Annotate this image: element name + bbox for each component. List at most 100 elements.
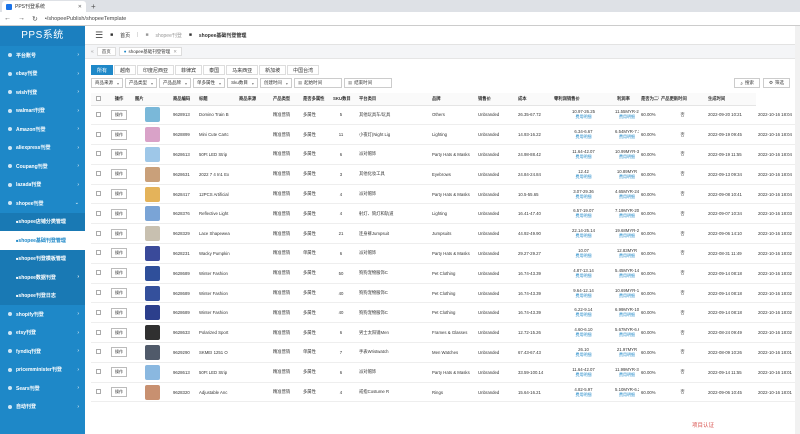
operate-button[interactable]: 操作	[111, 387, 127, 398]
sidebar-item[interactable]: Coupang刊登 ›	[0, 157, 85, 176]
site-tab[interactable]: 印度尼西亚	[137, 65, 175, 75]
operate-button[interactable]: 操作	[111, 347, 127, 358]
row-checkbox[interactable]	[95, 369, 101, 375]
table-row[interactable]: 操作 9628613 50Ft LED Strip 精准营销 多属性 6 派对帽饰 Party…	[91, 144, 800, 165]
row-checkbox[interactable]	[95, 290, 101, 296]
row-checkbox[interactable]	[95, 191, 101, 197]
sidebar-item[interactable]: 自动刊登 ›	[0, 398, 85, 417]
sidebar-item[interactable]: 平台账号 ›	[0, 46, 85, 65]
table-row[interactable]: 操作 9628613 50Ft LED Strip 精准营销 多属性 6 派对帽饰 Party…	[91, 362, 800, 383]
site-tab[interactable]: 泰国	[203, 65, 226, 75]
cost-detail-link[interactable]: 费用明细	[615, 273, 639, 279]
sidebar-item[interactable]: pricemminister刊登 ›	[0, 361, 85, 380]
sidebar-item[interactable]: aliexpress刊登 ›	[0, 139, 85, 158]
operate-button[interactable]: 操作	[111, 268, 127, 279]
new-tab-icon[interactable]: +	[91, 2, 96, 12]
site-tab[interactable]: 马来西亚	[226, 65, 259, 75]
table-row[interactable]: 操作 9628376 Reflective Light 精准营销 多属性 4 射灯、筒灯和轨…	[91, 203, 800, 225]
row-checkbox[interactable]	[95, 349, 101, 355]
cost-detail-link[interactable]: 费用明细	[615, 352, 639, 358]
operate-button[interactable]: 操作	[111, 129, 127, 140]
row-checkbox[interactable]	[95, 230, 101, 236]
tab-current[interactable]: ● shopee基础刊登管理 ✕	[118, 47, 183, 56]
browser-tab[interactable]: PPS刊登系统 ✕	[2, 1, 86, 12]
product-title[interactable]: Winter Fashion	[197, 263, 237, 284]
cost-detail-link[interactable]: 费用明细	[615, 372, 639, 378]
cost-detail-link[interactable]: 费用明细	[552, 392, 615, 398]
cost-detail-link[interactable]: 费用明细	[552, 154, 615, 160]
sidebar-subitem[interactable]: ■ shopee数据刊登 ›	[0, 268, 85, 287]
sidebar-item[interactable]: shopee刊登 ⌄	[0, 194, 85, 213]
sidebar-item[interactable]: shopify刊登 ›	[0, 305, 85, 324]
search-button[interactable]: ⌕ 搜索	[734, 78, 760, 88]
operate-button[interactable]: 操作	[111, 307, 127, 318]
product-title[interactable]: Winter Fashion	[197, 283, 237, 304]
product-title[interactable]: 12PCS Artificial	[197, 184, 237, 205]
sidebar-item[interactable]: ebay刊登 ›	[0, 65, 85, 84]
site-tab[interactable]: 菲律宾	[175, 65, 203, 75]
table-row[interactable]: 操作 9628329 Lace Shapewea 精准营销 多属性 21 连身裤Jumpsu…	[91, 223, 800, 245]
sidebar-item[interactable]: etsy刊登 ›	[0, 324, 85, 343]
cost-detail-link[interactable]: 费用明细	[552, 273, 615, 279]
cost-detail-link[interactable]: 费用明细	[615, 312, 639, 318]
sidebar-item[interactable]: lazada刊登 ›	[0, 176, 85, 195]
product-title[interactable]: Polarized Sport	[197, 322, 237, 344]
product-title[interactable]: Lace Shapewea	[197, 223, 237, 245]
row-checkbox[interactable]	[95, 309, 101, 315]
row-checkbox[interactable]	[95, 389, 101, 395]
home-icon[interactable]: ■	[110, 32, 113, 38]
cost-detail-link[interactable]: 费用明细	[552, 134, 615, 140]
sidebar-item[interactable]: wish刊登 ›	[0, 83, 85, 102]
reload-icon[interactable]: ↻	[32, 15, 38, 23]
sidebar-subitem[interactable]: ■ shopee刊登日志	[0, 286, 85, 305]
product-title[interactable]: SKMEI 1251 O	[197, 342, 237, 363]
operate-button[interactable]: 操作	[111, 169, 127, 180]
tab-left-icon[interactable]: «	[91, 49, 94, 55]
cost-detail-link[interactable]: 费用明细	[552, 213, 615, 219]
cost-detail-link[interactable]: 费用明细	[615, 174, 639, 180]
table-row[interactable]: 操作 9628689 Winter Fashion 精准营销 多属性 40 狗狗宠物服饰C P…	[91, 302, 800, 324]
product-title[interactable]: 50Ft LED Strip	[197, 362, 237, 383]
site-tab[interactable]: 中国台湾	[287, 65, 320, 75]
cost-detail-link[interactable]: 费用明细	[552, 372, 615, 378]
url-bar[interactable]: •/shopeePublish/shopeeTemplate	[45, 14, 796, 24]
row-checkbox[interactable]	[95, 131, 101, 137]
cost-detail-link[interactable]: 费用明细	[615, 392, 639, 398]
product-title[interactable]: Winter Fashion	[197, 302, 237, 324]
operate-button[interactable]: 操作	[111, 228, 127, 239]
menu-icon[interactable]: ☰	[95, 30, 103, 41]
time-select[interactable]: 创建时间 ▾	[259, 78, 292, 88]
row-checkbox[interactable]	[95, 171, 101, 177]
operate-button[interactable]: 操作	[111, 109, 127, 120]
cost-detail-link[interactable]: 费用明细	[552, 312, 615, 318]
start-date[interactable]: ▦ 起始时间	[293, 78, 342, 88]
sidebar-subitem[interactable]: ■ shopee店铺分类管理	[0, 212, 85, 231]
breadcrumb-1[interactable]: shopee刊登	[155, 32, 181, 39]
sidebar-item[interactable]: Sears刊登 ›	[0, 379, 85, 398]
sku-select[interactable]: Sku数目 ▾	[227, 78, 258, 88]
cost-detail-link[interactable]: 费用明细	[615, 114, 639, 120]
site-tab[interactable]: 越南	[114, 65, 137, 75]
product-title[interactable]: Domino Train B	[197, 105, 237, 126]
cost-detail-link[interactable]: 费用明细	[552, 253, 615, 259]
table-row[interactable]: 操作 9628899 Mini Cute Cartc 精准营销 多属性 11 小夜灯(Nig…	[91, 124, 800, 146]
footer-link[interactable]: 项目认证	[692, 421, 714, 429]
row-checkbox[interactable]	[95, 329, 101, 335]
close-icon[interactable]: ✕	[173, 49, 177, 55]
tab-home[interactable]: 首页	[96, 47, 116, 56]
site-tab[interactable]: 新加坡	[259, 65, 287, 75]
product-title[interactable]: Adjustable Anc	[197, 382, 237, 403]
product-title[interactable]: Wacky Pumpkin	[197, 243, 237, 264]
forward-icon[interactable]: →	[18, 15, 25, 22]
sidebar-subitem[interactable]: ■ shopee刊登模板管理	[0, 249, 85, 268]
cost-detail-link[interactable]: 费用明细	[552, 233, 615, 239]
cost-detail-link[interactable]: 费用明细	[552, 352, 615, 358]
sidebar-item[interactable]: Amazon刊登 ›	[0, 120, 85, 139]
table-row[interactable]: 操作 9628689 Winter Fashion 精准营销 多属性 50 狗狗宠物服饰C P…	[91, 263, 800, 284]
cost-detail-link[interactable]: 费用明细	[552, 114, 615, 120]
cost-detail-link[interactable]: 费用明细	[552, 194, 615, 200]
operate-button[interactable]: 操作	[111, 208, 127, 219]
table-row[interactable]: 操作 9628689 Winter Fashion 精准营销 多属性 40 狗狗宠物服饰C P…	[91, 283, 800, 304]
select-all-checkbox[interactable]	[95, 95, 101, 101]
row-checkbox[interactable]	[95, 151, 101, 157]
